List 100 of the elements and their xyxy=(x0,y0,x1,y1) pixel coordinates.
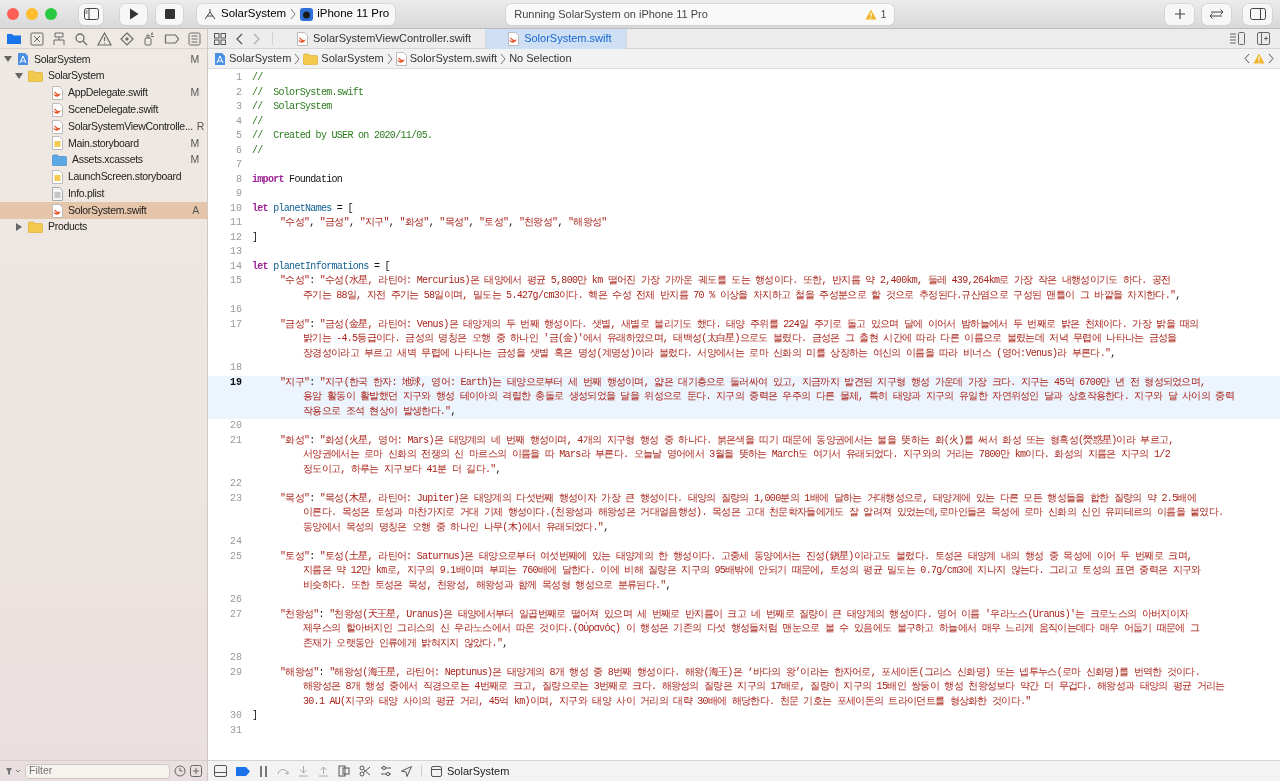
line-number: 4 xyxy=(235,114,242,129)
add-button[interactable] xyxy=(1165,3,1194,25)
back-icon[interactable] xyxy=(236,32,243,45)
breadcrumb[interactable]: SolorSystem.swift xyxy=(409,50,498,67)
folder-icon[interactable] xyxy=(6,32,22,45)
scheme-name[interactable]: SolarSystem xyxy=(431,762,510,780)
editor-tab[interactable]: SolorSystem.swift xyxy=(486,28,627,49)
disclosure-icon[interactable] xyxy=(15,223,23,232)
code-line: let planetNames = [ xyxy=(252,201,353,216)
environment-icon[interactable] xyxy=(380,765,392,777)
line-number: 7 xyxy=(235,158,242,172)
play-icon xyxy=(128,8,139,20)
swift-file-icon xyxy=(508,31,520,46)
add-editor-icon[interactable] xyxy=(1257,32,1270,45)
view-hierarchy-icon[interactable] xyxy=(338,765,350,777)
tree-row[interactable]: Products xyxy=(0,218,207,236)
chevron-icon xyxy=(386,52,393,65)
line-number: 23 xyxy=(229,491,242,506)
tree-row[interactable]: SolarSystemViewControlle... R xyxy=(0,118,207,135)
status-letter: A xyxy=(191,202,199,218)
source-control-icon[interactable] xyxy=(30,31,45,46)
file-name: SolorSystem.swift xyxy=(68,202,147,218)
tree-row[interactable]: SolarSystem M xyxy=(0,51,207,68)
code-line: "해왕성": "해왕성(海王星, 라틴어: Neptunus)은 태양계의 8개 행성 중 8번째 행성이다. 해왕(海王)은 ‘바다의 왕’이라는 한자어로, 포세이돈(그리스 신화명) 또는 넵투누스(로마 신화명)를 번역한 것이다. xyxy=(280,665,1201,680)
breakpoint-icon[interactable] xyxy=(236,766,250,776)
breadcrumb[interactable]: SolarSystem xyxy=(229,50,292,67)
hierarchy-icon[interactable] xyxy=(52,31,67,46)
sidebar-toggle-button[interactable] xyxy=(79,3,103,25)
file-name: SolarSystem xyxy=(48,68,105,84)
breadcrumb[interactable]: SolarSystem xyxy=(321,50,384,67)
line-number: 28 xyxy=(229,651,242,665)
editor-options-icon[interactable] xyxy=(1229,32,1245,45)
scheme-label: SolarSystem xyxy=(447,763,510,779)
warning-icon[interactable] xyxy=(96,31,112,46)
panel-icon[interactable] xyxy=(214,765,227,777)
scheme-selector[interactable]: SolarSystem iPhone 11 Pro xyxy=(197,3,396,25)
next-issue-icon[interactable] xyxy=(1268,53,1274,64)
breadcrumb[interactable]: No Selection xyxy=(509,50,572,67)
line-number: 25 xyxy=(229,549,242,564)
line-number: 2 xyxy=(235,85,242,100)
code-line: // Created by USER on 2020/11/05. xyxy=(252,129,433,143)
code-line: // xyxy=(252,71,263,85)
plus-icon xyxy=(1174,9,1185,19)
location-icon[interactable] xyxy=(401,765,412,777)
scheme-name: SolarSystem xyxy=(221,6,287,22)
code-line: "목성": "목성(木星, 라틴어: Jupiter)은 태양계의 다섯번째 행성이자 가장 큰 행성이다. 태양의 질량의 1,000분의 1배에 달하는 거대행성으로, 태양계에 있는 다른 모든 행성들을 합한 질량의 약 2.5배에 xyxy=(280,491,1197,506)
swift-file-icon xyxy=(52,203,63,218)
code-line: // SolarSystem xyxy=(252,100,332,114)
code-review-button[interactable] xyxy=(1202,3,1231,25)
line-number: 27 xyxy=(229,607,242,622)
code-line: "금성": "금성(金星, 라틴어: Venus)은 태양계의 두 번째 행성이다. 샛별, 새별로 불리기도 했다. 태양 주위를 224일 주기로 돌고 있으며 달에 이어서 밤하늘에서 두 번째로 밝은 천체이다. 가장 밝을 때의 xyxy=(280,317,1199,332)
diamond-icon[interactable] xyxy=(119,31,134,46)
window-control[interactable] xyxy=(7,8,19,20)
line-number: 30 xyxy=(229,709,242,723)
run-button[interactable] xyxy=(120,3,147,25)
previous-issue-icon[interactable] xyxy=(1244,53,1250,64)
code-line: 장경성이라고 부르고 새벽 무렵에 나타나는 금성을 샛별 혹은 명성(계명성)이라 불렀다. 서양에서는 로마 신화의 미를 상징하는 여신의 이름을 따라 비너스 (영어:Venus)라 부른다.", xyxy=(303,346,1116,361)
tree-row[interactable]: Main.storyboard M xyxy=(0,135,207,152)
inspector-toggle-button[interactable] xyxy=(1243,3,1272,25)
filter-field[interactable]: Filter xyxy=(25,763,170,779)
spray-icon[interactable] xyxy=(141,31,156,46)
disclosure-icon[interactable] xyxy=(4,55,12,64)
status-letter: M xyxy=(189,135,199,151)
grid-icon[interactable] xyxy=(214,32,226,45)
clock-icon[interactable] xyxy=(174,765,186,777)
filter-icon[interactable] xyxy=(5,766,21,776)
line-number: 5 xyxy=(235,129,242,143)
swift-file-icon xyxy=(395,51,407,66)
line-number: 13 xyxy=(229,245,242,259)
tree-row[interactable]: SolorSystem.swift A xyxy=(0,202,207,219)
code-line: 지름은 약 12만 km로, 지구의 9.1배이며 부피는 760배에 달한다. 이에 비해 질량은 지구의 95배밖에 안되기 때문에, 토성의 평균 밀도는 0.7g/cm3에 지나지 않는다. 그리고 토성의 표면 중력은 지구와 xyxy=(303,564,1201,578)
stop-button[interactable] xyxy=(156,3,183,25)
code-line: 30.1 AU(지구와 태양 사이의 평균 거리, 45억 km)이며, 지구와 태양 사이 거리의 대략 30배에 해당한다. 천문 기호는 포세이돈의 트라이던트를 형상화한 것이다." xyxy=(303,694,1031,709)
swift-file-icon xyxy=(52,119,63,134)
folder-icon xyxy=(28,221,43,234)
line-number: 12 xyxy=(229,230,242,245)
tree-row[interactable]: AppDelegate.swift M xyxy=(0,84,207,102)
tree-row[interactable]: Info.plist xyxy=(0,185,207,203)
search-icon[interactable] xyxy=(74,31,89,46)
pause-icon[interactable] xyxy=(259,765,268,777)
file-name: Products xyxy=(48,219,88,235)
app-icon xyxy=(431,765,442,777)
chevron-icon xyxy=(500,52,507,65)
tree-row[interactable]: Assets.xcassets M xyxy=(0,151,207,169)
grid-icon[interactable] xyxy=(190,765,202,777)
code-line: 주기는 88일, 자전 주기는 58일이며, 밀도는 5.427g/cm3이다. 핵은 수성 전체 반지름 70 % 이상을 차지하고 철을 주성분으로 할 것으로 추정된다.규산염으로 구성된 맨틀이 그 바깥을 차지한다.", xyxy=(303,288,1181,303)
tag-icon[interactable] xyxy=(163,32,180,45)
tree-row[interactable]: SolarSystem xyxy=(0,67,207,85)
line-number: 8 xyxy=(235,172,242,187)
swift-file-icon xyxy=(52,86,63,100)
tree-row[interactable]: SceneDelegate.swift xyxy=(0,101,207,119)
tree-row[interactable]: LaunchScreen.storyboard xyxy=(0,168,207,186)
file-name: Assets.xcassets xyxy=(72,152,143,168)
activity-status: Running SolarSystem on iPhone 11 Pro xyxy=(514,6,708,22)
device-name: iPhone 11 Pro xyxy=(317,6,390,22)
project-icon xyxy=(214,51,226,66)
disclosure-icon[interactable] xyxy=(15,72,23,81)
file-name: Main.storyboard xyxy=(68,135,139,151)
line-number: 6 xyxy=(235,143,242,158)
panel-icon xyxy=(1249,8,1266,20)
